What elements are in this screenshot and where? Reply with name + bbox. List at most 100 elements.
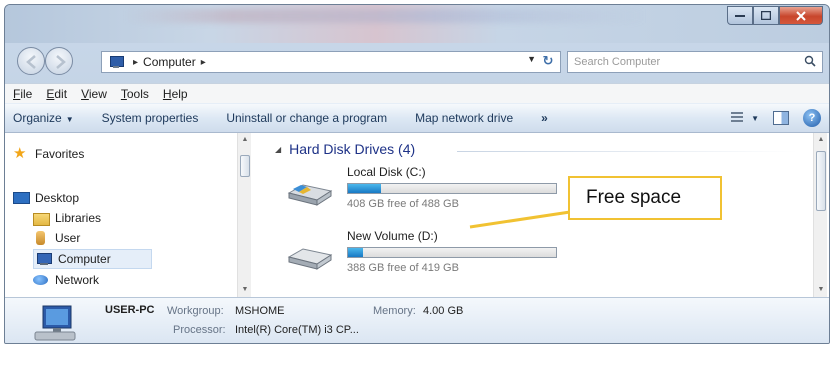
collapse-group-icon[interactable]: ◢ xyxy=(275,145,281,154)
drive-item[interactable]: Local Disk (C:) 408 GB free of 488 GB xyxy=(285,165,585,221)
drive-usage-bar xyxy=(347,183,557,194)
organize-button[interactable]: Organize ▼ xyxy=(13,111,74,125)
callout-text: Free space xyxy=(586,187,682,208)
drive-usage-fill xyxy=(348,248,363,257)
drive-free-space: 408 GB free of 488 GB xyxy=(347,198,459,210)
view-icon xyxy=(729,109,747,127)
back-arrow-icon xyxy=(26,55,36,69)
search-box[interactable] xyxy=(567,51,823,73)
forward-button[interactable] xyxy=(45,47,73,75)
scrollbar-thumb[interactable] xyxy=(816,151,826,211)
memory-label: Memory: xyxy=(373,305,416,317)
drive-name: Local Disk (C:) xyxy=(347,165,426,179)
scroll-up-icon[interactable]: ▲ xyxy=(814,133,828,147)
sidebar-item-label: Computer xyxy=(58,252,111,266)
workgroup-value: MSHOME xyxy=(235,305,285,317)
sidebar-item-label: Libraries xyxy=(55,211,102,225)
scrollbar-thumb[interactable] xyxy=(240,155,250,177)
menu-help-accel: H xyxy=(162,86,172,101)
address-bar[interactable]: ▸ Computer ▸ ▼ ↻ xyxy=(101,51,561,73)
sidebar-item-label: User xyxy=(55,231,81,245)
chevron-down-icon: ▼ xyxy=(751,113,759,123)
menu-view-label: iew xyxy=(88,86,107,101)
computer-name: USER-PC xyxy=(105,304,155,316)
network-icon xyxy=(33,273,49,287)
menu-view[interactable]: View xyxy=(81,87,107,101)
desktop-icon xyxy=(13,191,30,205)
navigation-row: ▸ Computer ▸ ▼ ↻ xyxy=(5,45,829,79)
caption-buttons xyxy=(727,6,823,25)
map-network-drive-button[interactable]: Map network drive xyxy=(415,111,513,125)
uninstall-program-button[interactable]: Uninstall or change a program xyxy=(226,111,387,125)
navigation-scrollbar[interactable]: ▲ ▼ xyxy=(237,133,251,297)
menu-view-accel: V xyxy=(81,86,89,101)
scroll-up-icon[interactable]: ▲ xyxy=(238,133,252,147)
menu-help-label: elp xyxy=(171,86,188,101)
breadcrumb-separator-icon[interactable]: ▸ xyxy=(201,57,206,68)
scroll-down-icon[interactable]: ▼ xyxy=(814,283,828,297)
sidebar-item-computer[interactable]: Computer xyxy=(33,249,152,269)
sidebar-item-label: Desktop xyxy=(35,191,80,205)
command-bar: Organize ▼ System properties Uninstall or… xyxy=(5,103,829,133)
scroll-down-icon[interactable]: ▼ xyxy=(238,283,252,297)
maximize-button[interactable] xyxy=(753,6,779,25)
breadcrumb-computer[interactable]: Computer xyxy=(143,55,196,69)
group-header[interactable]: ◢ Hard Disk Drives (4) xyxy=(275,141,415,157)
drive-usage-bar xyxy=(347,247,557,258)
breadcrumb-separator-icon[interactable]: ▸ xyxy=(133,57,138,68)
free-space-callout: Free space xyxy=(568,176,722,220)
sidebar-item-label: Favorites xyxy=(35,147,85,161)
sidebar-item-favorites[interactable]: ★ Favorites xyxy=(13,145,85,162)
group-title: Hard Disk Drives (4) xyxy=(289,141,416,157)
sidebar-item-network[interactable]: Network xyxy=(33,273,99,287)
back-button[interactable] xyxy=(17,47,45,75)
close-icon xyxy=(796,10,806,21)
workgroup-label: Workgroup: xyxy=(167,305,224,317)
menu-edit[interactable]: Edit xyxy=(46,87,67,101)
sidebar-item-label: Network xyxy=(55,273,100,287)
search-input[interactable] xyxy=(574,56,794,68)
drives-scrollbar[interactable]: ▲ ▼ xyxy=(813,133,827,297)
sidebar-item-user[interactable]: User xyxy=(33,231,80,245)
more-commands-button[interactable]: » xyxy=(541,111,548,125)
user-icon xyxy=(33,231,49,245)
forward-arrow-icon xyxy=(56,55,66,69)
maximize-icon xyxy=(761,11,771,20)
menu-edit-label: dit xyxy=(54,86,68,101)
drives-pane: ◢ Hard Disk Drives (4) Local Disk (C:) 4… xyxy=(267,133,813,297)
libraries-icon xyxy=(33,211,50,226)
menu-tools-label: ools xyxy=(126,86,149,101)
refresh-icon[interactable]: ↻ xyxy=(538,53,558,71)
details-pane: USER-PC Workgroup: MSHOME Memory: 4.00 G… xyxy=(5,297,829,343)
help-icon[interactable]: ? xyxy=(803,109,821,127)
memory-value: 4.00 GB xyxy=(423,305,464,317)
minimize-button[interactable] xyxy=(727,6,753,25)
explorer-window: ▸ Computer ▸ ▼ ↻ File Edit View Tools He… xyxy=(4,4,830,344)
star-icon: ★ xyxy=(13,145,27,162)
hard-drive-icon xyxy=(287,248,333,270)
command-bar-right: ▼ ? xyxy=(729,109,821,127)
processor-value: Intel(R) Core(TM) i3 CP... xyxy=(235,324,359,336)
change-view-button[interactable]: ▼ xyxy=(729,109,759,127)
drive-free-space: 388 GB free of 419 GB xyxy=(347,262,459,274)
drive-usage-fill xyxy=(348,184,382,193)
title-bar[interactable] xyxy=(5,5,829,43)
organize-label: Organize xyxy=(13,111,62,125)
sidebar-item-libraries[interactable]: Libraries xyxy=(33,211,102,226)
drive-item[interactable]: New Volume (D:) 388 GB free of 419 GB xyxy=(285,229,585,285)
chevron-down-icon: ▼ xyxy=(65,115,74,124)
minimize-icon xyxy=(735,14,745,17)
system-properties-button[interactable]: System properties xyxy=(102,111,199,125)
close-button[interactable] xyxy=(779,6,823,25)
menu-file[interactable]: File xyxy=(13,87,32,101)
menu-tools[interactable]: Tools xyxy=(121,87,149,101)
preview-pane-icon[interactable] xyxy=(773,111,789,125)
address-dropdown-icon[interactable]: ▼ xyxy=(527,54,536,64)
search-icon[interactable] xyxy=(804,55,816,67)
drive-name: New Volume (D:) xyxy=(347,229,438,243)
computer-icon xyxy=(36,252,52,266)
menu-help[interactable]: Help xyxy=(163,87,188,101)
sidebar-item-desktop[interactable]: Desktop xyxy=(13,191,79,205)
menu-bar: File Edit View Tools Help xyxy=(5,83,829,103)
navigation-pane: ★ Favorites Desktop Libraries User Compu… xyxy=(5,133,251,297)
